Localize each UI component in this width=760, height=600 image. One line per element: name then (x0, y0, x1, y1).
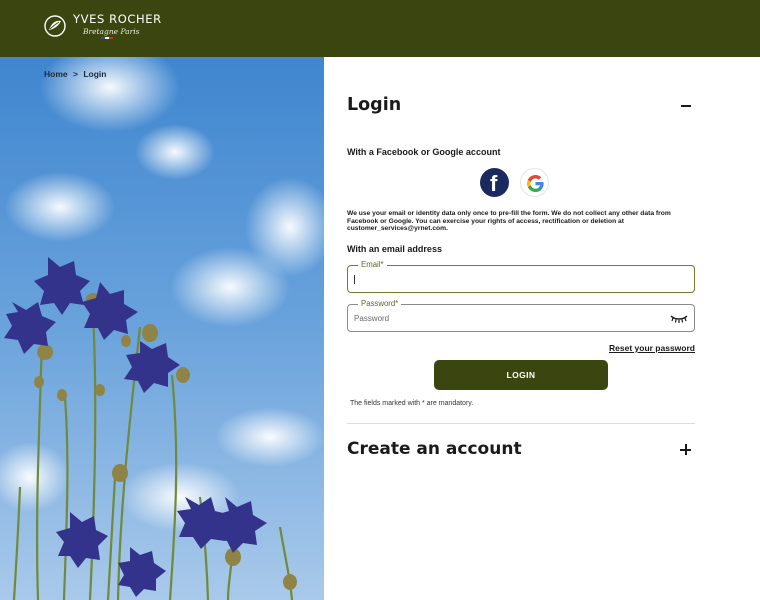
login-title: Login (347, 95, 402, 115)
plus-icon[interactable] (680, 444, 691, 455)
cornflower-sky-image (0, 57, 324, 600)
login-accordion-header[interactable]: Login (347, 95, 695, 119)
social-login-heading: With a Facebook or Google account (347, 147, 501, 157)
create-account-title: Create an account (347, 439, 522, 459)
eye-closed-icon[interactable] (670, 314, 688, 323)
login-panel: Login With a Facebook or Google account … (347, 57, 695, 600)
email-label: Email* (358, 260, 387, 270)
email-input[interactable] (354, 271, 654, 287)
breadcrumb-home-link[interactable]: Home (44, 69, 68, 79)
privacy-disclaimer: We use your email or identity data only … (347, 210, 671, 233)
section-divider (347, 423, 695, 424)
email-login-heading: With an email address (347, 244, 442, 254)
password-label: Password* (358, 299, 402, 309)
email-field[interactable]: Email* (347, 260, 695, 293)
google-login-button[interactable] (520, 168, 549, 197)
login-button[interactable]: LOGIN (434, 360, 608, 390)
mandatory-fields-note: The fields marked with * are mandatory. (350, 400, 474, 407)
breadcrumb: Home > Login (44, 69, 109, 79)
text-caret (354, 275, 355, 284)
minus-icon[interactable] (681, 105, 691, 107)
hero-image: Home > Login (0, 57, 324, 600)
top-header: YVES ROCHER Bretagne Paris (0, 0, 760, 57)
leaf-logo-icon (44, 15, 66, 37)
google-icon (527, 175, 544, 192)
flag-stripe (101, 37, 162, 39)
breadcrumb-separator: > (73, 69, 78, 79)
password-input[interactable] (354, 310, 654, 326)
breadcrumb-current: Login (83, 69, 107, 79)
brand-subtitle: Bretagne Paris (83, 26, 140, 36)
brand-logo[interactable]: YVES ROCHER Bretagne Paris (44, 12, 162, 39)
brand-name: YVES ROCHER (73, 12, 162, 26)
facebook-icon: f (490, 171, 498, 196)
facebook-login-button[interactable]: f (480, 168, 509, 197)
create-account-accordion-header[interactable]: Create an account (347, 439, 695, 463)
reset-password-link[interactable]: Reset your password (609, 343, 695, 353)
password-field[interactable]: Password* (347, 299, 695, 332)
